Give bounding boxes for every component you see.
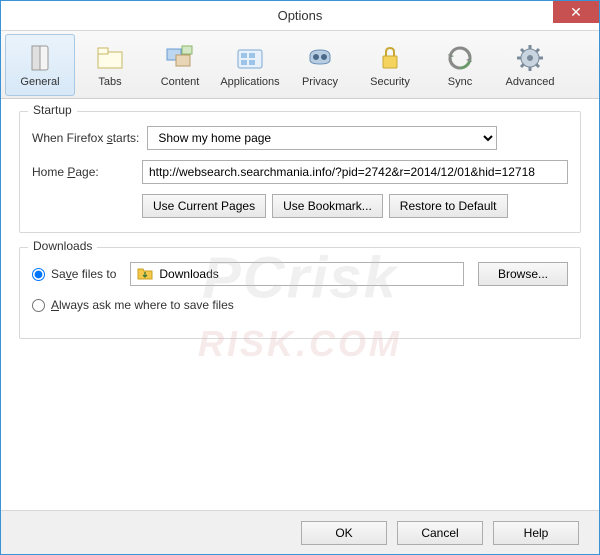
- use-current-pages-button[interactable]: Use Current Pages: [142, 194, 266, 218]
- close-button[interactable]: ✕: [553, 1, 599, 23]
- tab-general[interactable]: General: [5, 34, 75, 96]
- tab-applications-label: Applications: [220, 76, 279, 88]
- tab-privacy-label: Privacy: [302, 76, 338, 88]
- tab-privacy[interactable]: Privacy: [285, 34, 355, 96]
- downloads-group: Downloads Save files to Downloads Browse…: [19, 247, 581, 339]
- download-folder-name: Downloads: [159, 267, 218, 281]
- startup-group-title: Startup: [28, 103, 77, 117]
- downloads-group-title: Downloads: [28, 239, 97, 253]
- save-files-to-label: Save files to: [51, 267, 116, 281]
- tab-applications[interactable]: Applications: [215, 34, 285, 96]
- help-button[interactable]: Help: [493, 521, 579, 545]
- window-title: Options: [278, 8, 323, 23]
- tab-security-label: Security: [370, 76, 410, 88]
- browse-button[interactable]: Browse...: [478, 262, 568, 286]
- tab-advanced-label: Advanced: [506, 76, 555, 88]
- folder-icon: [137, 266, 153, 283]
- download-path-box[interactable]: Downloads: [130, 262, 464, 286]
- general-icon: [24, 42, 56, 74]
- save-files-to-radio[interactable]: [32, 268, 45, 281]
- options-window: Options ✕ General Tabs Content: [0, 0, 600, 555]
- dialog-button-bar: OK Cancel Help: [1, 510, 599, 554]
- tab-content-label: Content: [161, 76, 200, 88]
- tab-security[interactable]: Security: [355, 34, 425, 96]
- content-area: Startup When Firefox starts: Show my hom…: [1, 99, 599, 365]
- when-firefox-starts-label: When Firefox starts:: [32, 131, 139, 145]
- always-ask-radio[interactable]: [32, 299, 45, 312]
- startup-group: Startup When Firefox starts: Show my hom…: [19, 111, 581, 233]
- tab-tabs[interactable]: Tabs: [75, 34, 145, 96]
- tab-content[interactable]: Content: [145, 34, 215, 96]
- category-toolbar: General Tabs Content Applications Privac…: [1, 31, 599, 99]
- advanced-icon: [514, 42, 546, 74]
- always-ask-label: Always ask me where to save files: [51, 298, 234, 312]
- ok-button[interactable]: OK: [301, 521, 387, 545]
- cancel-button[interactable]: Cancel: [397, 521, 483, 545]
- home-page-label: Home Page:: [32, 165, 134, 179]
- restore-default-button[interactable]: Restore to Default: [389, 194, 508, 218]
- tab-advanced[interactable]: Advanced: [495, 34, 565, 96]
- sync-icon: [444, 42, 476, 74]
- tab-sync-label: Sync: [448, 76, 472, 88]
- titlebar: Options ✕: [1, 1, 599, 31]
- tab-general-label: General: [20, 76, 59, 88]
- close-icon: ✕: [570, 4, 582, 21]
- tab-tabs-label: Tabs: [98, 76, 121, 88]
- tab-sync[interactable]: Sync: [425, 34, 495, 96]
- tabs-icon: [94, 42, 126, 74]
- home-page-input[interactable]: [142, 160, 568, 184]
- applications-icon: [234, 42, 266, 74]
- privacy-icon: [304, 42, 336, 74]
- startup-mode-select[interactable]: Show my home page: [147, 126, 497, 150]
- content-icon: [164, 42, 196, 74]
- use-bookmark-button[interactable]: Use Bookmark...: [272, 194, 383, 218]
- security-icon: [374, 42, 406, 74]
